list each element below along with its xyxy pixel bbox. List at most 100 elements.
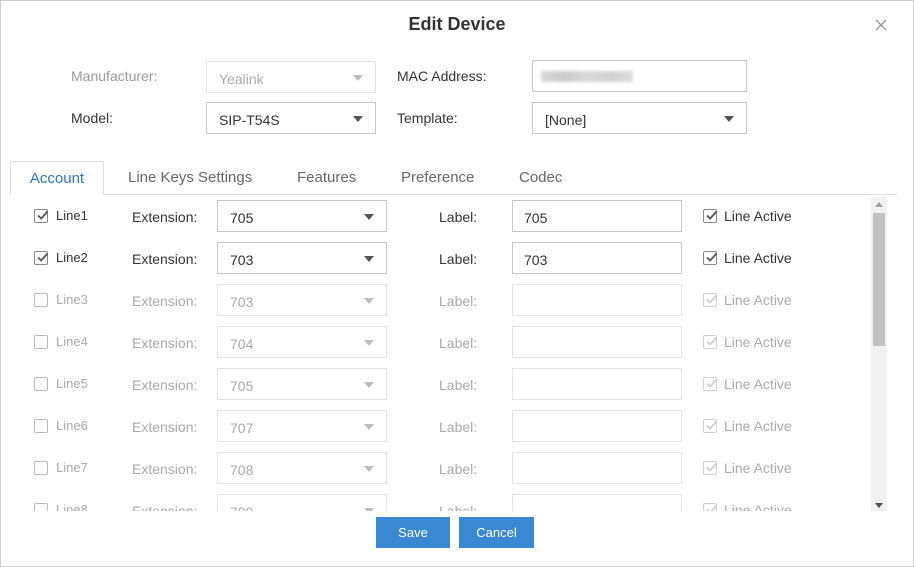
scrollbar-thumb[interactable] [873, 213, 885, 346]
label-label: Label: [439, 251, 478, 267]
extension-select[interactable]: 703 [217, 242, 387, 274]
line-name: Line2 [56, 250, 88, 265]
line-name: Line4 [56, 334, 88, 349]
line-active-checkbox[interactable] [703, 335, 718, 349]
line-active-checkbox[interactable] [703, 377, 718, 391]
extension-label: Extension: [132, 377, 198, 393]
tab-preference[interactable]: Preference [401, 161, 474, 195]
extension-value: 705 [230, 378, 254, 394]
manufacturer-select[interactable]: Yealink [206, 61, 376, 93]
line-active-checkbox[interactable] [703, 209, 718, 223]
label-label: Label: [439, 461, 478, 477]
line-active-label: Line Active [724, 334, 792, 350]
line-active-label: Line Active [724, 502, 792, 511]
template-value: [None] [545, 112, 587, 128]
save-button[interactable]: Save [376, 517, 450, 548]
line-active-checkbox[interactable] [703, 419, 718, 433]
extension-select[interactable]: 708 [217, 452, 387, 484]
label-input[interactable] [512, 410, 682, 442]
mac-address-input[interactable] [532, 60, 747, 92]
model-value: SIP-T54S [219, 112, 280, 128]
tab-features[interactable]: Features [297, 161, 356, 195]
line-enable-checkbox[interactable] [34, 209, 49, 223]
scroll-up-icon[interactable] [875, 202, 883, 207]
label-label: Label: [439, 419, 478, 435]
tab-codec[interactable]: Codec [519, 161, 562, 195]
extension-select[interactable]: 705 [217, 200, 387, 232]
mac-address-label: MAC Address: [397, 68, 487, 84]
extension-label: Extension: [132, 209, 198, 225]
cancel-button[interactable]: Cancel [459, 517, 534, 548]
line-active-checkbox[interactable] [703, 293, 718, 307]
label-label: Label: [439, 293, 478, 309]
line-active-checkbox[interactable] [703, 461, 718, 475]
line-enable-checkbox[interactable] [34, 377, 48, 391]
extension-value: 704 [230, 336, 254, 352]
extension-label: Extension: [132, 293, 198, 309]
line-row: Line4 Extension: 704 Label: Line Active [10, 321, 871, 363]
line-enable-checkbox[interactable] [34, 335, 48, 349]
extension-label: Extension: [132, 503, 198, 511]
label-label: Label: [439, 209, 478, 225]
extension-label: Extension: [132, 461, 198, 477]
extension-select[interactable]: 705 [217, 368, 387, 400]
extension-value: 708 [230, 462, 254, 478]
mac-address-redacted [541, 71, 633, 82]
line-row: Line1 Extension: 705 Label: 705 Line Active [10, 195, 871, 237]
chevron-down-icon [353, 116, 363, 122]
label-input[interactable]: 703 [512, 242, 682, 274]
line-name: Line7 [56, 460, 88, 475]
label-label: Label: [439, 335, 478, 351]
line-active-checkbox[interactable] [703, 503, 718, 511]
label-input[interactable] [512, 494, 682, 511]
extension-label: Extension: [132, 335, 198, 351]
extension-label: Extension: [132, 419, 198, 435]
template-label: Template: [397, 110, 458, 126]
line-enable-checkbox[interactable] [34, 461, 48, 475]
line-enable-checkbox[interactable] [34, 251, 49, 265]
tab-line-keys-settings[interactable]: Line Keys Settings [128, 161, 252, 195]
label-value: 703 [524, 252, 548, 268]
line-active-checkbox[interactable] [703, 251, 718, 265]
chevron-down-icon [364, 508, 374, 511]
line-row: Line5 Extension: 705 Label: Line Active [10, 363, 871, 405]
line-active-label: Line Active [724, 208, 792, 224]
line-enable-checkbox[interactable] [34, 293, 48, 307]
label-input[interactable] [512, 452, 682, 484]
line-active-label: Line Active [724, 250, 792, 266]
extension-value: 703 [230, 294, 254, 310]
extension-value: 709 [230, 504, 253, 511]
scroll-down-icon[interactable] [875, 503, 883, 508]
chevron-down-icon [364, 382, 374, 388]
extension-select[interactable]: 704 [217, 326, 387, 358]
label-input[interactable] [512, 284, 682, 316]
chevron-down-icon [364, 214, 374, 220]
tab-account[interactable]: Account [10, 161, 104, 195]
close-icon[interactable] [873, 17, 889, 33]
manufacturer-label: Manufacturer: [71, 68, 158, 84]
chevron-down-icon [353, 75, 363, 81]
label-input[interactable]: 705 [512, 200, 682, 232]
extension-select[interactable]: 703 [217, 284, 387, 316]
extension-select[interactable]: 709 [217, 494, 387, 511]
label-input[interactable] [512, 368, 682, 400]
line-active-label: Line Active [724, 460, 792, 476]
manufacturer-value: Yealink [219, 71, 264, 87]
template-select[interactable]: [None] [532, 102, 747, 134]
line-enable-checkbox[interactable] [34, 503, 48, 511]
chevron-down-icon [364, 340, 374, 346]
edit-device-dialog: Edit Device Manufacturer: Yealink MAC Ad… [0, 0, 914, 567]
label-value: 705 [524, 210, 548, 226]
extension-value: 705 [230, 210, 254, 226]
label-input[interactable] [512, 326, 682, 358]
scrollbar[interactable] [871, 197, 887, 511]
line-list: Line1 Extension: 705 Label: 705 Line Active Li… [10, 195, 871, 511]
chevron-down-icon [724, 116, 734, 122]
line-row: Line6 Extension: 707 Label: Line Active [10, 405, 871, 447]
line-name: Line8 [56, 502, 88, 511]
extension-select[interactable]: 707 [217, 410, 387, 442]
model-select[interactable]: SIP-T54S [206, 102, 376, 134]
label-label: Label: [439, 377, 478, 393]
line-enable-checkbox[interactable] [34, 419, 48, 433]
line-active-label: Line Active [724, 376, 792, 392]
